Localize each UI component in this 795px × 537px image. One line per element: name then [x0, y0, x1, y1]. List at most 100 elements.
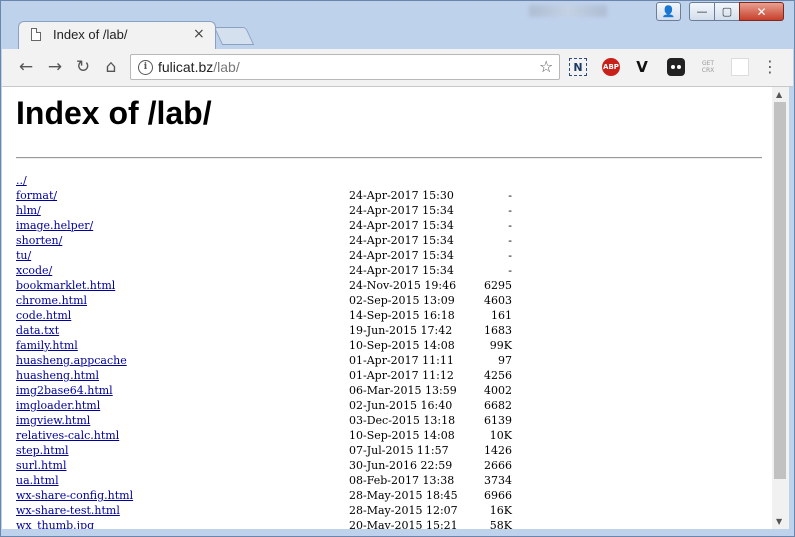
- tab-close-icon[interactable]: ×: [193, 26, 205, 42]
- file-date: 03-Dec-2015 13:18: [349, 414, 456, 427]
- file-link[interactable]: imgloader.html: [16, 398, 100, 413]
- file-date: 24-Apr-2017 15:34: [349, 234, 454, 247]
- list-item: xcode/24-Apr-2017 15:34 -: [16, 263, 536, 278]
- scrollbar[interactable]: ▲ ▼: [772, 87, 789, 529]
- list-item: wx-share-test.html 28-May-2015 12:07 16K: [16, 503, 536, 518]
- bookmark-star-icon[interactable]: ☆: [539, 57, 553, 76]
- file-size: -: [508, 264, 512, 277]
- file-date: 02-Jun-2015 16:40: [349, 399, 453, 412]
- list-item: ua.html 08-Feb-2017 13:38 3734: [16, 473, 536, 488]
- file-link[interactable]: wx-share-config.html: [16, 488, 133, 503]
- url-host: fulicat.bz: [158, 59, 214, 75]
- file-size: 10K: [489, 429, 512, 442]
- file-listing: ../format/24-Apr-2017 15:30- hlm/24-Apr-2…: [16, 173, 536, 529]
- url-text[interactable]: fulicat.bz/lab/: [158, 59, 240, 75]
- tab-active[interactable]: Index of /lab/ ×: [18, 21, 216, 49]
- file-link[interactable]: surl.html: [16, 458, 66, 473]
- file-date: 14-Sep-2015 16:18: [349, 309, 455, 322]
- file-link[interactable]: wx_thumb.jpg: [16, 518, 94, 529]
- page-icon: [31, 28, 41, 41]
- file-link[interactable]: img2base64.html: [16, 383, 113, 398]
- browser-toolbar: ← → ↻ ⌂ i fulicat.bz/lab/ ☆ N ABP V GET C…: [2, 49, 793, 87]
- file-link[interactable]: code.html: [16, 308, 71, 323]
- adblock-plus-icon[interactable]: ABP: [602, 58, 620, 76]
- file-size: 6966: [484, 489, 512, 502]
- file-date: 19-Jun-2015 17:42: [349, 324, 453, 337]
- file-link[interactable]: xcode/: [16, 263, 52, 278]
- list-item: imgview.html 03-Dec-2015 13:18 6139: [16, 413, 536, 428]
- file-link[interactable]: relatives-calc.html: [16, 428, 119, 443]
- file-link[interactable]: chrome.html: [16, 293, 87, 308]
- file-size: -: [508, 204, 512, 217]
- file-size: 97: [498, 354, 512, 367]
- scroll-up-icon[interactable]: ▲: [776, 90, 782, 99]
- get-crx-icon[interactable]: GET CRX: [696, 58, 720, 76]
- file-link[interactable]: imgview.html: [16, 413, 90, 428]
- blurred-title-text: [529, 5, 607, 17]
- file-link[interactable]: step.html: [16, 443, 69, 458]
- home-icon: ⌂: [105, 57, 117, 77]
- file-link[interactable]: shorten/: [16, 233, 62, 248]
- new-tab-button[interactable]: [213, 27, 255, 45]
- file-date: 24-Apr-2017 15:34: [349, 219, 454, 232]
- arrow-right-icon: →: [47, 57, 63, 77]
- page-title: Index of /lab/: [16, 95, 212, 131]
- file-link[interactable]: tu/: [16, 248, 31, 263]
- list-item: wx-share-config.html 28-May-2015 18:45 696…: [16, 488, 536, 503]
- file-link[interactable]: hlm/: [16, 203, 41, 218]
- file-link[interactable]: ../: [16, 173, 27, 188]
- extension-n-icon[interactable]: N: [569, 58, 587, 76]
- file-link[interactable]: format/: [16, 188, 57, 203]
- file-size: 99K: [489, 339, 512, 352]
- file-size: 3734: [484, 474, 512, 487]
- blank-extension-icon[interactable]: [731, 58, 749, 76]
- file-size: 2666: [484, 459, 512, 472]
- back-button[interactable]: ←: [16, 57, 36, 77]
- file-link[interactable]: data.txt: [16, 323, 59, 338]
- list-item: tu/24-Apr-2017 15:34 -: [16, 248, 536, 263]
- file-link[interactable]: image.helper/: [16, 218, 93, 233]
- scrollbar-thumb[interactable]: [774, 102, 786, 479]
- list-item: shorten/24-Apr-2017 15:34 -: [16, 233, 536, 248]
- list-item: data.txt 19-Jun-2015 17:42 1683: [16, 323, 536, 338]
- file-size: -: [508, 189, 512, 202]
- home-button[interactable]: ⌂: [101, 57, 121, 77]
- tampermonkey-icon[interactable]: [667, 58, 685, 76]
- arrow-left-icon: ←: [18, 57, 34, 77]
- file-link[interactable]: huasheng.appcache: [16, 353, 127, 368]
- window-close-button[interactable]: ✕: [739, 2, 784, 21]
- file-size: -: [508, 234, 512, 247]
- maximize-icon: ▢: [721, 5, 733, 18]
- file-date: 06-Mar-2015 13:59: [349, 384, 457, 397]
- title-bar: 👤 — ▢ ✕ Index of /lab/ ×: [1, 1, 794, 49]
- tab-title: Index of /lab/: [53, 27, 128, 42]
- extension-v-icon[interactable]: V: [633, 58, 651, 76]
- info-icon[interactable]: i: [138, 60, 153, 75]
- menu-dots-icon[interactable]: ⋮: [762, 57, 778, 76]
- list-item: relatives-calc.html 10-Sep-2015 14:08 10K: [16, 428, 536, 443]
- address-bar[interactable]: i fulicat.bz/lab/ ☆: [130, 54, 560, 80]
- file-link[interactable]: huasheng.html: [16, 368, 99, 383]
- list-item: family.html 10-Sep-2015 14:08 99K: [16, 338, 536, 353]
- file-link[interactable]: family.html: [16, 338, 78, 353]
- file-size: 6682: [484, 399, 512, 412]
- list-item: img2base64.html 06-Mar-2015 13:59 4002: [16, 383, 536, 398]
- file-date: 28-May-2015 18:45: [349, 489, 458, 502]
- file-date: 24-Apr-2017 15:34: [349, 249, 454, 262]
- minimize-button[interactable]: —: [689, 2, 715, 21]
- file-link[interactable]: bookmarklet.html: [16, 278, 115, 293]
- reload-button[interactable]: ↻: [73, 57, 93, 77]
- user-profile-button[interactable]: 👤: [656, 2, 681, 21]
- maximize-button[interactable]: ▢: [714, 2, 740, 21]
- close-icon: ✕: [756, 4, 767, 19]
- forward-button[interactable]: →: [45, 57, 65, 77]
- scroll-down-icon[interactable]: ▼: [776, 517, 782, 526]
- page-content: Index of /lab/ ../format/24-Apr-2017 15:…: [2, 87, 772, 529]
- user-icon: 👤: [661, 5, 676, 18]
- list-item: ../: [16, 173, 536, 188]
- file-date: 24-Apr-2017 15:34: [349, 264, 454, 277]
- file-link[interactable]: ua.html: [16, 473, 59, 488]
- file-link[interactable]: wx-share-test.html: [16, 503, 120, 518]
- file-date: 01-Apr-2017 11:11: [349, 354, 454, 367]
- list-item: hlm/24-Apr-2017 15:34 -: [16, 203, 536, 218]
